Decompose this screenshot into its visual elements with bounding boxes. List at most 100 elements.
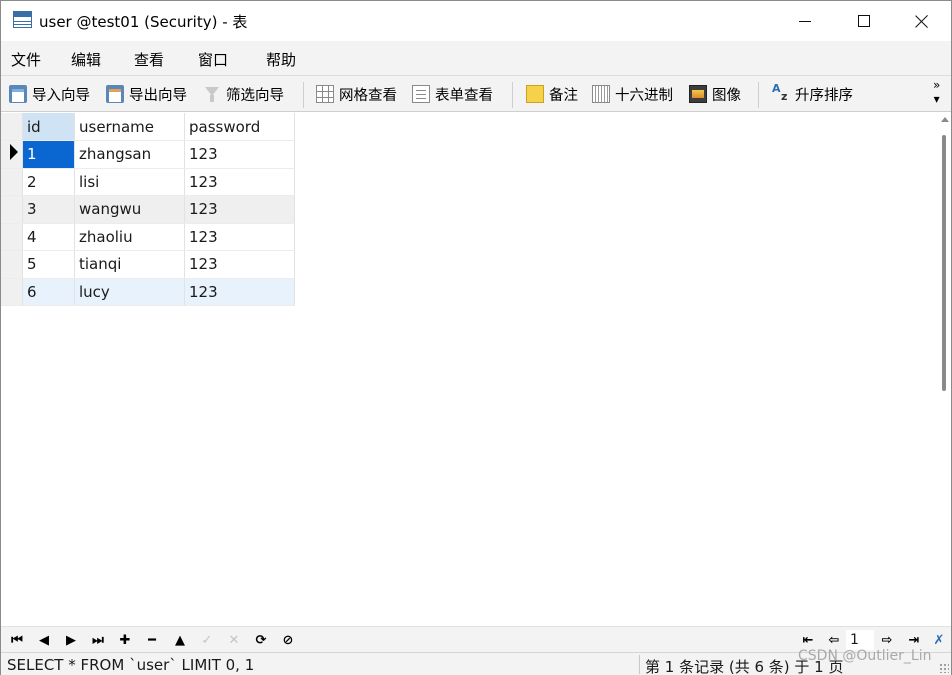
sort-ascending-label: 升序排序 [795, 87, 853, 104]
row-header[interactable] [1, 278, 23, 306]
delete-record-icon[interactable]: ━ [142, 630, 162, 650]
cell-username[interactable]: zhangsan [74, 140, 185, 169]
header-row: id username password [1, 113, 295, 141]
row-header[interactable] [1, 168, 23, 196]
grid-view-button[interactable]: 网格查看 [316, 82, 397, 106]
last-page-icon[interactable]: ⇥ [904, 630, 924, 650]
import-wizard-button[interactable]: 导入向导 [9, 82, 90, 106]
cell-username[interactable]: tianqi [74, 250, 185, 279]
export-wizard-icon [106, 85, 124, 103]
grid-view-label: 网格查看 [339, 87, 397, 104]
maximize-icon [858, 15, 870, 27]
hex-label: 十六进制 [615, 87, 673, 104]
form-view-button[interactable]: 表单查看 [412, 82, 493, 106]
form-view-icon [412, 85, 430, 103]
grid-view-icon [316, 85, 334, 103]
next-page-icon[interactable]: ⇨ [877, 630, 897, 650]
last-record-icon[interactable]: ⏭ [88, 630, 108, 650]
stop-icon[interactable]: ⊘ [278, 630, 298, 650]
cell-id[interactable]: 1 [22, 140, 75, 169]
prev-record-icon[interactable]: ◀ [34, 630, 54, 650]
memo-button[interactable]: 备注 [526, 82, 578, 106]
menu-file[interactable]: 文件 [11, 49, 41, 70]
import-wizard-icon [9, 85, 27, 103]
export-wizard-label: 导出向导 [129, 87, 187, 104]
minimize-icon [799, 20, 811, 22]
data-grid-area: id username password 1 zhangsan 123 2 li… [1, 113, 951, 626]
image-icon [689, 85, 707, 103]
data-grid: id username password 1 zhangsan 123 2 li… [1, 113, 295, 306]
column-header-id[interactable]: id [22, 113, 75, 141]
filter-wizard-button[interactable]: 筛选向导 [203, 82, 284, 106]
scroll-up-icon[interactable] [941, 117, 949, 122]
close-button[interactable] [893, 1, 951, 41]
first-page-icon[interactable]: ⇤ [798, 630, 818, 650]
title-bar: user @test01 (Security) - 表 [1, 1, 951, 41]
import-wizard-label: 导入向导 [32, 87, 90, 104]
cell-id[interactable]: 2 [22, 168, 75, 196]
confirm-icon[interactable]: ✓ [197, 630, 217, 650]
settings-icon[interactable]: ✗ [929, 630, 949, 650]
cell-username[interactable]: wangwu [74, 195, 185, 224]
page-number-input[interactable]: 1 [846, 630, 874, 650]
cell-password[interactable]: 123 [184, 168, 295, 196]
table-row[interactable]: 4 zhaoliu 123 [1, 223, 295, 251]
table-row[interactable]: 6 lucy 123 [1, 278, 295, 306]
row-header[interactable] [1, 195, 23, 224]
resize-grip[interactable] [939, 663, 949, 673]
apply-changes-icon[interactable]: ▲ [170, 630, 190, 650]
scrollbar-thumb[interactable] [942, 135, 946, 391]
table-row[interactable]: 2 lisi 123 [1, 168, 295, 196]
maximize-button[interactable] [835, 1, 893, 41]
window-title: user @test01 (Security) - 表 [39, 13, 248, 31]
hex-button[interactable]: 十六进制 [592, 82, 673, 106]
row-header[interactable] [1, 223, 23, 251]
cell-id[interactable]: 3 [22, 195, 75, 224]
column-header-password[interactable]: password [184, 113, 295, 141]
watermark: CSDN @Outlier_Lin [798, 648, 932, 664]
corner-cell[interactable] [1, 113, 23, 141]
table-row[interactable]: 5 tianqi 123 [1, 250, 295, 279]
toolbar-divider [303, 82, 304, 108]
menu-window[interactable]: 窗口 [198, 49, 228, 70]
memo-label: 备注 [549, 87, 578, 104]
row-header[interactable] [1, 250, 23, 279]
cell-password[interactable]: 123 [184, 278, 295, 306]
vertical-scrollbar[interactable] [938, 113, 951, 626]
toolbar-overflow-button[interactable]: » ▾ [933, 78, 940, 106]
cell-username[interactable]: lucy [74, 278, 185, 306]
row-header[interactable] [1, 140, 23, 169]
table-row[interactable]: 1 zhangsan 123 [1, 140, 295, 169]
toolbar-divider [512, 82, 513, 108]
add-record-icon[interactable]: ✚ [115, 630, 135, 650]
cell-id[interactable]: 6 [22, 278, 75, 306]
close-icon [915, 14, 929, 28]
refresh-icon[interactable]: ⟳ [251, 630, 271, 650]
column-header-username[interactable]: username [74, 113, 185, 141]
cell-password[interactable]: 123 [184, 250, 295, 279]
sort-ascending-icon [772, 82, 790, 103]
menu-help[interactable]: 帮助 [266, 49, 296, 70]
status-divider [639, 655, 640, 674]
discard-icon[interactable]: ✕ [224, 630, 244, 650]
menu-view[interactable]: 查看 [134, 49, 164, 70]
menu-bar: 文件 编辑 查看 窗口 帮助 [1, 41, 951, 75]
sort-ascending-button[interactable]: 升序排序 [772, 82, 853, 106]
form-view-label: 表单查看 [435, 87, 493, 104]
cell-id[interactable]: 5 [22, 250, 75, 279]
hex-icon [592, 85, 610, 103]
table-row[interactable]: 3 wangwu 123 [1, 195, 295, 224]
image-button[interactable]: 图像 [689, 82, 741, 106]
prev-page-icon[interactable]: ⇦ [824, 630, 844, 650]
first-record-icon[interactable]: ⏮ [7, 630, 27, 650]
cell-username[interactable]: zhaoliu [74, 223, 185, 251]
minimize-button[interactable] [776, 1, 834, 41]
cell-id[interactable]: 4 [22, 223, 75, 251]
next-record-icon[interactable]: ▶ [61, 630, 81, 650]
export-wizard-button[interactable]: 导出向导 [106, 82, 187, 106]
cell-password[interactable]: 123 [184, 223, 295, 251]
menu-edit[interactable]: 编辑 [71, 49, 101, 70]
cell-password[interactable]: 123 [184, 140, 295, 169]
cell-password[interactable]: 123 [184, 195, 295, 224]
cell-username[interactable]: lisi [74, 168, 185, 196]
